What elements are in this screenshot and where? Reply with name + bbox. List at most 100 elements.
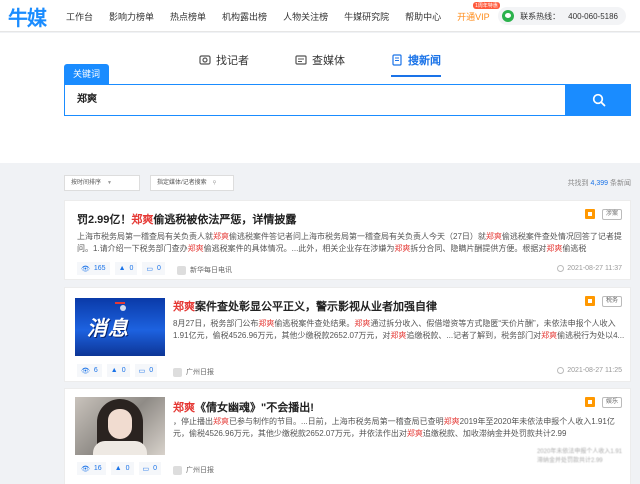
search-input[interactable]: 郑爽 bbox=[64, 84, 566, 116]
tab-find-reporter[interactable]: 找记者 bbox=[199, 49, 249, 71]
media-badge-icon bbox=[585, 296, 595, 306]
thumb-decoration bbox=[108, 409, 132, 439]
thumb-text: 消息 bbox=[87, 316, 129, 340]
news-source[interactable]: 广州日报 bbox=[173, 367, 214, 377]
snippet-highlight: 郑爽 bbox=[394, 244, 411, 253]
contact-hotline: 联系热线： 400-060-5186 bbox=[498, 7, 626, 25]
nav-item-hot[interactable]: 热点榜单 bbox=[170, 10, 206, 23]
result-count: 共找到 4,399 条新闻 bbox=[568, 178, 631, 188]
thumb-up-icon: ▲ bbox=[114, 465, 122, 472]
chevron-down-icon: ▼ bbox=[107, 180, 112, 186]
news-title[interactable]: 罚2.99亿！郑爽偷逃税被依法严惩，详情披露 bbox=[77, 211, 296, 227]
snippet-highlight: 郑爽 bbox=[390, 331, 407, 340]
nav-item-research[interactable]: 牛媒研究院 bbox=[344, 10, 389, 23]
media-search-label: 指定媒体/记者搜索 bbox=[157, 180, 207, 186]
snippet-highlight: 郑爽 bbox=[213, 232, 229, 241]
title-text: 案件查处彰显公平正义，警示影视从业者加强自律 bbox=[195, 301, 437, 313]
news-title[interactable]: 郑爽《倩女幽魂》"不会播出! bbox=[173, 399, 314, 415]
news-source[interactable]: 广州日报 bbox=[173, 465, 214, 475]
tab-search-news[interactable]: 搜新闻 bbox=[391, 49, 441, 77]
comments-value: 0 bbox=[157, 265, 161, 272]
snippet-text: ，停止播出 bbox=[173, 417, 213, 426]
keyword-tag[interactable]: 关键词 bbox=[64, 64, 110, 84]
nav-item-people[interactable]: 人物关注榜 bbox=[283, 10, 328, 23]
thumb-up-icon: ▲ bbox=[118, 265, 126, 272]
comments-value: 0 bbox=[149, 367, 154, 374]
title-text: 《倩女幽魂》"不会播出! bbox=[195, 402, 314, 414]
snippet-highlight: 郑爽 bbox=[354, 319, 371, 328]
snippet-highlight: 郑爽 bbox=[258, 319, 275, 328]
found-count: 4,399 bbox=[590, 180, 609, 187]
vip-label: 开通VIP bbox=[457, 11, 490, 22]
snippet-text: 偷逃税案件的具体情况。...此外，相关企业存在涉嫌为 bbox=[203, 244, 395, 253]
search-icon bbox=[592, 93, 605, 107]
news-stats: 👁 16 ▲ 0 ▭ 0 bbox=[77, 462, 166, 475]
sort-dropdown[interactable]: 按时间排序 ▼ bbox=[64, 175, 140, 191]
news-thumbnail[interactable]: 消息 bbox=[75, 298, 165, 356]
snippet-text: 偷逃税案件答记者问上海市税务局第一稽查局有关负责人今天（27日）就 bbox=[229, 232, 486, 241]
comments-count[interactable]: ▭ 0 bbox=[138, 462, 162, 475]
wechat-icon[interactable] bbox=[502, 10, 515, 22]
publish-time: 2021-08-27 11:37 bbox=[557, 265, 622, 272]
snippet-highlight: 郑爽 bbox=[213, 417, 229, 426]
time-value: 2021-08-27 11:25 bbox=[567, 367, 622, 374]
search-small-icon: ⚲ bbox=[212, 180, 217, 186]
comments-value: 0 bbox=[153, 465, 158, 472]
comment-icon: ▭ bbox=[146, 265, 154, 273]
likes-count[interactable]: ▲ 0 bbox=[114, 262, 138, 275]
media-reporter-search[interactable]: 指定媒体/记者搜索 ⚲ bbox=[150, 175, 234, 191]
snippet-text: 上海市税务局第一稽查局有关负责人就 bbox=[77, 232, 213, 241]
news-stats: 👁 6 ▲ 0 ▭ 0 bbox=[77, 364, 162, 377]
nav-item-vip[interactable]: 开通VIP 1周年特惠 bbox=[457, 1, 500, 23]
nav-item-workbench[interactable]: 工作台 bbox=[66, 10, 93, 23]
views-value: 6 bbox=[93, 367, 98, 374]
nav-item-influence[interactable]: 影响力榜单 bbox=[109, 10, 154, 23]
tab-label: 搜新闻 bbox=[408, 55, 441, 67]
media-logo-icon bbox=[177, 265, 186, 275]
sort-label: 按时间排序 bbox=[71, 180, 102, 186]
comments-count[interactable]: ▭ 0 bbox=[134, 364, 158, 377]
nav-item-help[interactable]: 帮助中心 bbox=[405, 10, 441, 23]
eye-icon: 👁 bbox=[81, 367, 90, 375]
thumb-decoration bbox=[120, 305, 126, 311]
logo-text: 牛媒 bbox=[8, 5, 47, 30]
news-result-card[interactable]: 消息 郑爽案件查处彰显公平正义，警示影视从业者加强自律 税务 8月27日，税务部… bbox=[64, 287, 631, 382]
category-tag: 税务 bbox=[601, 296, 622, 307]
snippet-text: 偷逃税 bbox=[562, 244, 587, 253]
nav-item-institution[interactable]: 机构露出榜 bbox=[222, 10, 267, 23]
blurred-preview: 2020年未依法申报个人收入1.91 滞纳金并处罚款共计2.99 bbox=[537, 448, 622, 466]
eye-icon: 👁 bbox=[81, 465, 90, 473]
media-logo-icon bbox=[173, 465, 182, 475]
likes-value: 0 bbox=[121, 367, 126, 374]
search-button[interactable] bbox=[566, 84, 631, 116]
snippet-highlight: 郑爽 bbox=[187, 244, 204, 253]
snippet-text: 已参与制作的节目。...日前，上海市税务局第一稽查局已查明 bbox=[229, 417, 444, 426]
source-name: 广州日报 bbox=[186, 369, 214, 376]
likes-count[interactable]: ▲ 0 bbox=[106, 364, 130, 377]
snippet-highlight: 郑爽 bbox=[443, 417, 460, 426]
news-icon bbox=[392, 54, 402, 66]
likes-count[interactable]: ▲ 0 bbox=[110, 462, 134, 475]
time-value: 2021-08-27 11:37 bbox=[567, 265, 622, 272]
likes-value: 0 bbox=[125, 465, 130, 472]
media-icon bbox=[295, 55, 307, 65]
news-thumbnail[interactable] bbox=[75, 397, 165, 455]
category-tag: 娱乐 bbox=[601, 397, 622, 408]
news-snippet: 上海市税务局第一稽查局有关负责人就郑爽偷逃税案件答记者问上海市税务局第一稽查局有… bbox=[77, 231, 622, 255]
views-value: 16 bbox=[93, 465, 102, 472]
news-source[interactable]: 新华每日电讯 bbox=[177, 265, 232, 275]
found-prefix: 共找到 bbox=[567, 180, 589, 187]
title-text: 罚2.99亿！ bbox=[77, 214, 132, 226]
views-count: 👁 165 bbox=[77, 262, 110, 275]
comments-count[interactable]: ▭ 0 bbox=[142, 262, 165, 275]
news-result-card[interactable]: 郑爽《倩女幽魂》"不会播出! 娱乐 ，停止播出郑爽已参与制作的节目。...日前，… bbox=[64, 388, 631, 484]
title-highlight: 郑爽 bbox=[173, 301, 195, 313]
thumb-up-icon: ▲ bbox=[110, 367, 118, 374]
media-logo-icon bbox=[173, 367, 182, 377]
news-result-card[interactable]: 罚2.99亿！郑爽偷逃税被依法严惩，详情披露 涉案 上海市税务局第一稽查局有关负… bbox=[64, 200, 631, 280]
news-title[interactable]: 郑爽案件查处彰显公平正义，警示影视从业者加强自律 bbox=[173, 298, 437, 314]
tab-find-media[interactable]: 查媒体 bbox=[295, 49, 345, 71]
logo[interactable]: 牛媒 bbox=[8, 3, 47, 30]
news-snippet: ，停止播出郑爽已参与制作的节目。...日前，上海市税务局第一稽查局已查明郑爽20… bbox=[173, 416, 625, 440]
eye-icon: 👁 bbox=[81, 265, 90, 273]
